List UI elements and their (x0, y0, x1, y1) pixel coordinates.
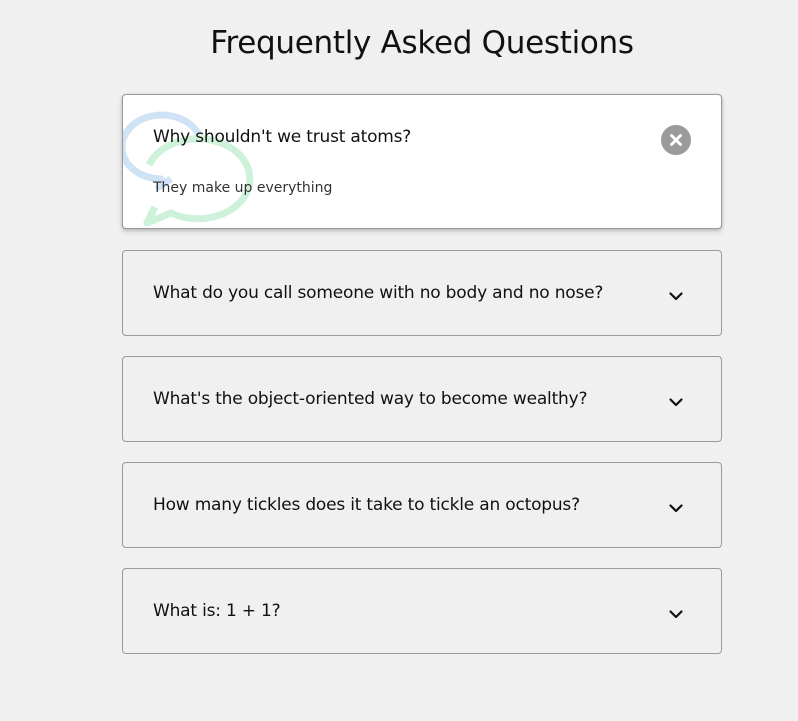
chevron-down-icon (669, 504, 683, 513)
faq-question: What is: 1 + 1? (153, 601, 281, 621)
faq-list: Why shouldn't we trust atoms? They make … (122, 94, 722, 674)
faq-expand-button[interactable] (661, 281, 691, 311)
page-title: Frequently Asked Questions (210, 25, 634, 61)
faq-question: Why shouldn't we trust atoms? (153, 127, 412, 147)
faq-item-4[interactable]: How many tickles does it take to tickle … (122, 462, 722, 548)
chevron-down-icon (669, 398, 683, 407)
chevron-down-icon (669, 292, 683, 301)
close-icon (670, 134, 682, 146)
faq-question: How many tickles does it take to tickle … (153, 495, 580, 515)
chevron-down-icon (669, 610, 683, 619)
faq-question: What's the object-oriented way to become… (153, 389, 588, 409)
faq-item-2[interactable]: What do you call someone with no body an… (122, 250, 722, 336)
faq-item-5[interactable]: What is: 1 + 1? (122, 568, 722, 654)
faq-question: What do you call someone with no body an… (153, 283, 604, 303)
faq-expand-button[interactable] (661, 599, 691, 629)
faq-page: Frequently Asked Questions Why shouldn't… (0, 0, 798, 721)
faq-close-button[interactable] (661, 125, 691, 155)
faq-answer: They make up everything (153, 180, 333, 196)
faq-expand-button[interactable] (661, 493, 691, 523)
faq-expand-button[interactable] (661, 387, 691, 417)
chat-bubbles-icon (123, 111, 254, 227)
faq-item-3[interactable]: What's the object-oriented way to become… (122, 356, 722, 442)
faq-item-1: Why shouldn't we trust atoms? They make … (122, 94, 722, 229)
